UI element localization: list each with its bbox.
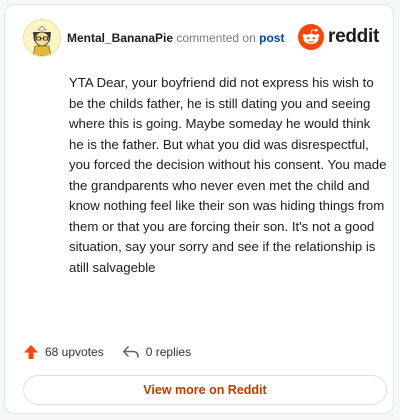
reply-count: 0 replies [145, 345, 192, 359]
action-text: commented on [176, 31, 256, 45]
reply-arrow-icon [122, 346, 139, 358]
avatar-icon [24, 20, 60, 56]
comment-body: YTA Dear, your boyfriend did not express… [69, 75, 387, 275]
comment-footer: 68 upvotes 0 replies [23, 340, 209, 364]
upvote-count: 68 upvotes [45, 345, 104, 359]
comment-meta: Mental_BananaPie commented on post [67, 31, 284, 45]
upvote-button[interactable]: 68 upvotes [23, 344, 104, 360]
upvote-arrow-icon [24, 345, 38, 359]
comment-header: Mental_BananaPie commented on post reddi… [23, 19, 379, 59]
view-more-button[interactable]: View more on Reddit [23, 375, 387, 405]
avatar[interactable] [23, 19, 61, 57]
username-link[interactable]: Mental_BananaPie [67, 31, 173, 45]
brand-wordmark: reddit [328, 26, 379, 47]
comment-card: Mental_BananaPie commented on post reddi… [4, 4, 394, 414]
reddit-logo-icon [298, 24, 325, 50]
reply-button[interactable]: 0 replies [122, 344, 191, 360]
reddit-logo[interactable]: reddit [298, 23, 379, 51]
post-link[interactable]: post [259, 31, 284, 45]
